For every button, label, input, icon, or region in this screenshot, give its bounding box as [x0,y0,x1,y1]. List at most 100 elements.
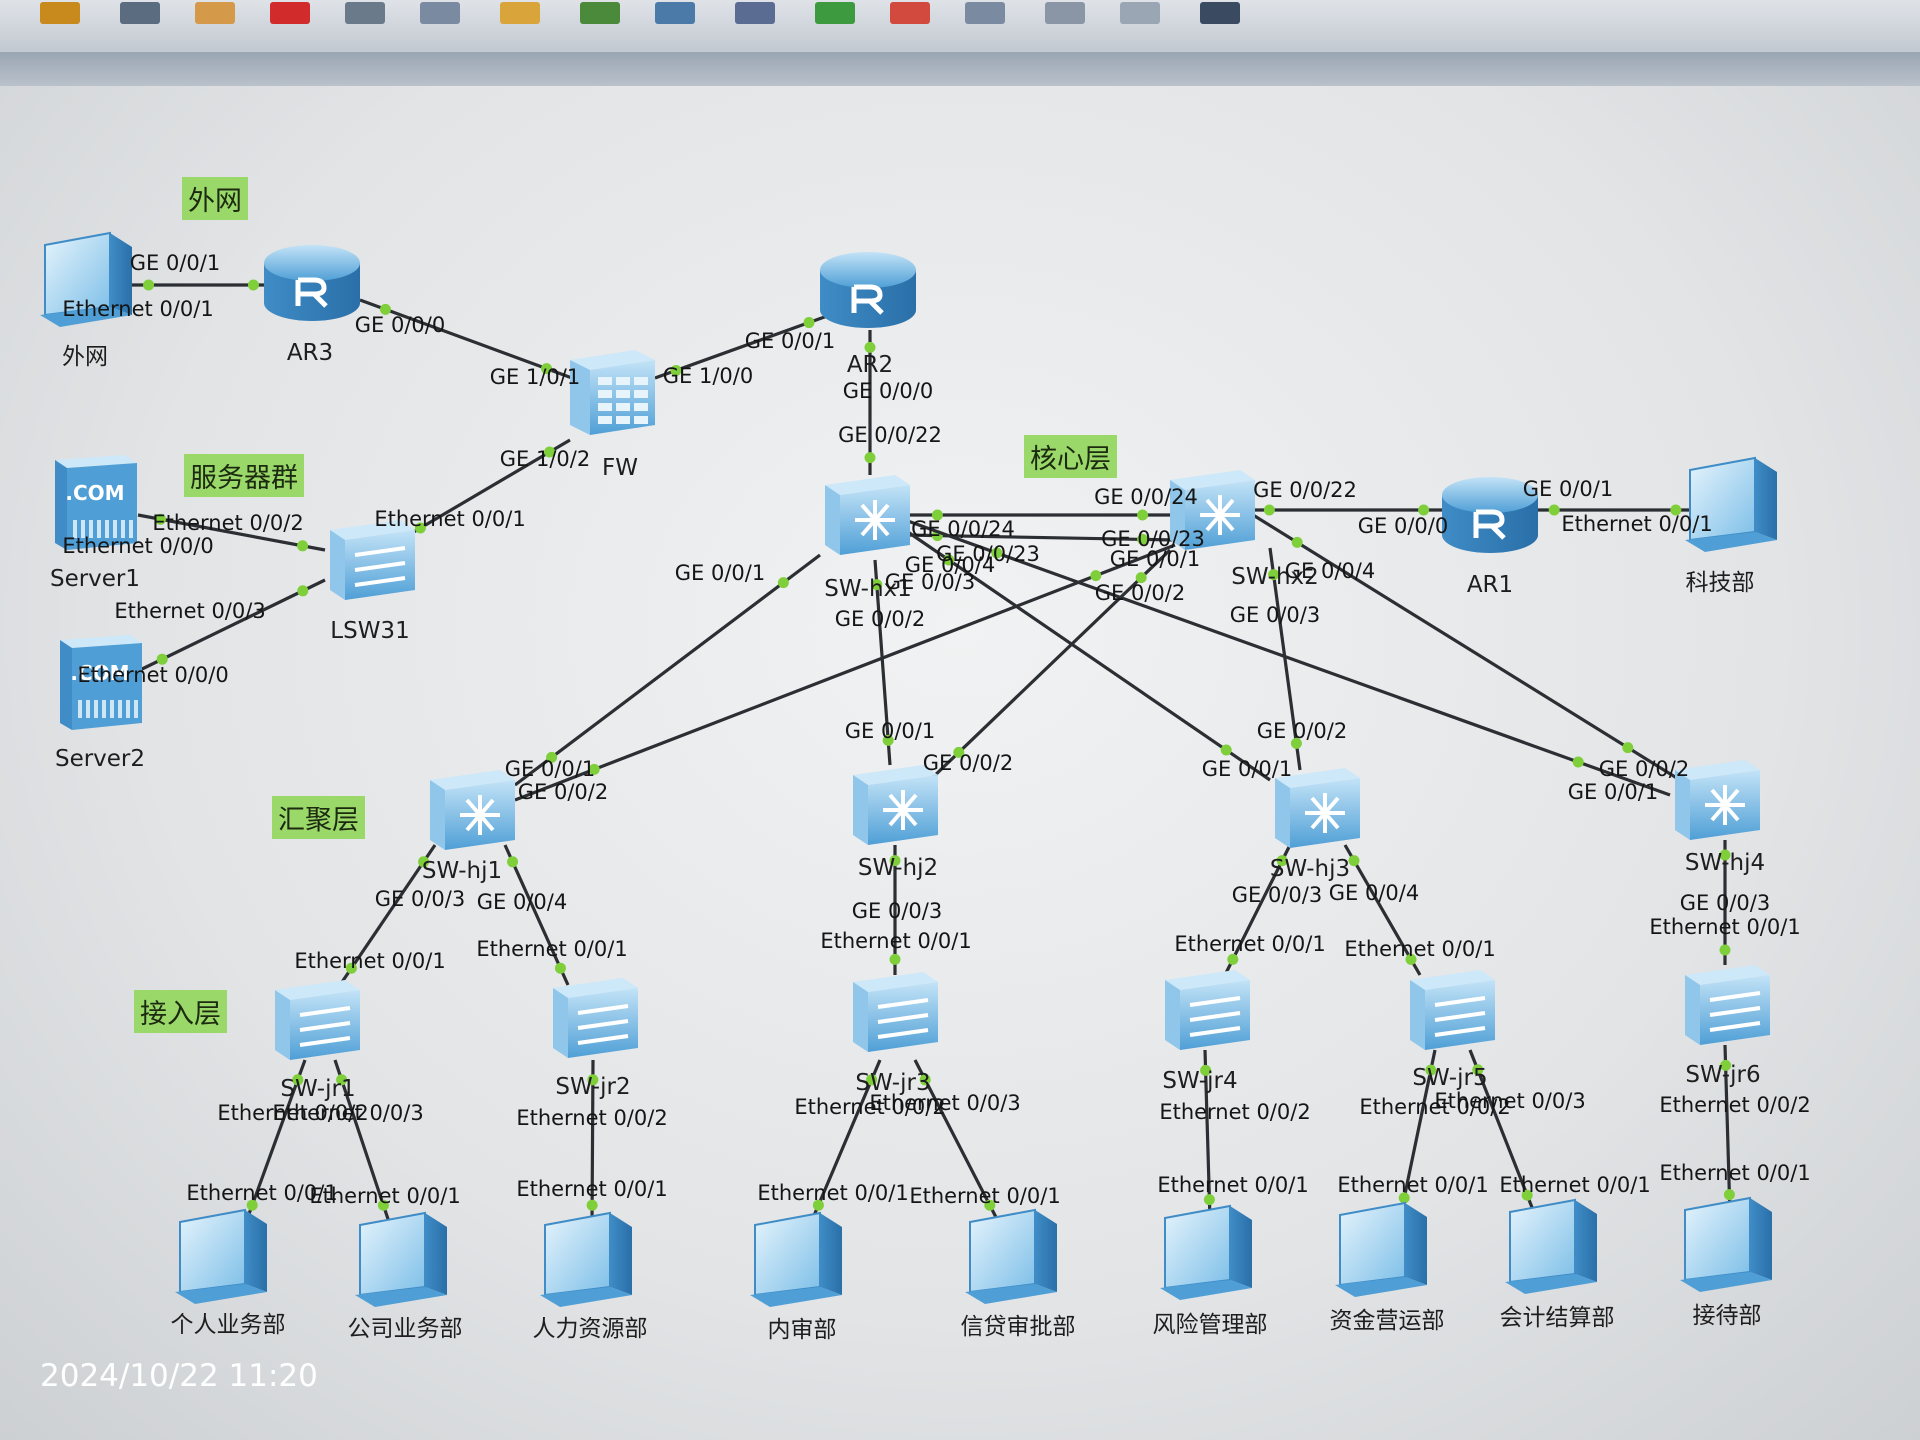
switch-icon[interactable] [1410,970,1495,1050]
delete-icon[interactable] [270,2,310,24]
port-label: Ethernet 0/0/1 [476,937,627,961]
undo-icon[interactable] [40,2,80,24]
device-label-swjr6: SW-jr6 [1685,1062,1760,1088]
port-dot [1137,509,1149,521]
switch-icon[interactable] [853,972,938,1052]
pc-icon[interactable] [750,1211,842,1307]
palette-icon[interactable] [500,2,540,24]
device-label-pc2: 公司业务部 [348,1316,463,1342]
zone-tag-servers: 服务器群 [184,454,304,497]
firewall-icon[interactable] [570,350,655,435]
port-label: GE 0/0/3 [1232,883,1322,907]
switch-icon[interactable] [1685,965,1770,1045]
stop-icon[interactable] [890,2,930,24]
pc-icon[interactable] [1160,1204,1252,1300]
port-label: Ethernet 0/0/1 [757,1181,908,1205]
port-label: GE 0/0/2 [923,751,1013,775]
select-icon[interactable] [120,2,160,24]
zoom-out-icon[interactable] [655,2,695,24]
device-label-pc7: 资金营运部 [1330,1308,1445,1334]
port-label: GE 0/0/3 [375,887,465,911]
device-label-swhj4: SW-hj4 [1685,850,1765,876]
topology-icon[interactable] [1200,2,1240,24]
device-label-swhj3: SW-hj3 [1270,856,1350,882]
cli-icon[interactable] [1045,2,1085,24]
topology-svg: .COM.COM 外网 AR3 AR2FWServer1Server2LSW31SW… [40,231,1811,1343]
l3-switch-icon[interactable] [430,770,515,850]
port-label: Ethernet 0/0/1 [62,297,213,321]
fit-icon[interactable] [735,2,775,24]
capture-icon[interactable] [965,2,1005,24]
port-label: GE 1/0/1 [490,365,580,389]
zone-tag-outside: 外网 [182,177,248,220]
port-label: Ethernet 0/0/2 [1659,1093,1810,1117]
port-label: GE 0/0/4 [1285,559,1375,583]
device-label-fw: FW [602,455,638,481]
port-label: Ethernet 0/0/3 [272,1101,423,1125]
port-label: GE 0/0/2 [1257,719,1347,743]
pc-icon[interactable] [175,1208,267,1304]
port-label: Ethernet 0/0/1 [309,1184,460,1208]
device-label-pc9: 接待部 [1693,1303,1762,1329]
port-dot [1723,1189,1735,1201]
device-label-pc5: 信贷审批部 [961,1314,1076,1340]
port-label: Ethernet 0/0/1 [1561,512,1712,536]
pc-icon[interactable] [1505,1198,1597,1294]
topology-canvas[interactable]: .COM .COM 外网 AR3 AR2 FW Server1 Server2 LSW31 SW… [0,86,1920,1440]
port-label: GE 0/0/22 [1253,478,1357,502]
device-label-pc8: 会计结算部 [1500,1305,1615,1331]
port-label: GE 0/0/4 [905,553,995,577]
switch-icon[interactable] [275,980,360,1060]
port-label: GE 0/0/1 [1110,547,1200,571]
link-swhx1-swhj1[interactable] [514,553,821,787]
switch-icon[interactable] [1165,970,1250,1050]
port-dot [586,1199,598,1211]
switch-icon[interactable] [330,520,415,600]
port-label: Ethernet 0/0/2 [152,511,303,535]
grid-icon[interactable] [1120,2,1160,24]
port-label: GE 0/0/1 [1568,780,1658,804]
pc-icon[interactable] [1685,456,1777,552]
device-label-pc3: 人力资源部 [533,1316,648,1342]
switch-icon[interactable] [553,978,638,1058]
port-label: GE 1/0/2 [500,447,590,471]
port-label: Ethernet 0/0/0 [62,534,213,558]
start-icon[interactable] [815,2,855,24]
port-label: GE 0/0/2 [1095,581,1185,605]
device-label-ar1: AR1 [1467,572,1513,598]
l3-switch-icon[interactable] [853,765,938,845]
port-label: GE 0/0/2 [518,780,608,804]
port-label: Ethernet 0/0/1 [1659,1161,1810,1185]
port-label: Ethernet 0/0/1 [294,949,445,973]
pc-icon[interactable] [355,1211,447,1307]
hand-icon[interactable] [195,2,235,24]
pc-icon[interactable] [1335,1201,1427,1297]
port-label: GE 0/0/3 [1680,891,1770,915]
device-label-lsw31: LSW31 [330,618,409,644]
router-icon[interactable] [820,252,916,328]
port-dot [1622,742,1634,754]
text-icon[interactable] [420,2,460,24]
device-label-pc1: 个人业务部 [171,1312,286,1338]
server-tag: .COM [65,481,124,505]
port-label: Ethernet 0/0/1 [820,929,971,953]
port-label: GE 0/0/3 [1230,603,1320,627]
port-dot [143,279,155,291]
device-label-server1: Server1 [50,566,140,592]
port-label: Ethernet 0/0/3 [1434,1089,1585,1113]
zoom-in-icon[interactable] [580,2,620,24]
l3-switch-icon[interactable] [825,475,910,555]
port-dot [297,585,309,597]
port-dot [889,953,901,965]
link-server2-lsw31[interactable] [139,578,326,672]
pc-icon[interactable] [540,1211,632,1307]
port-label: GE 0/0/1 [1202,757,1292,781]
pc-icon[interactable] [1680,1196,1772,1292]
delete-link-icon[interactable] [345,2,385,24]
port-dot [1719,944,1731,956]
device-label-swhj1: SW-hj1 [422,858,502,884]
port-label: Ethernet 0/0/1 [1337,1173,1488,1197]
port-dot [247,279,259,291]
pc-icon[interactable] [965,1208,1057,1304]
router-icon[interactable] [264,245,360,321]
